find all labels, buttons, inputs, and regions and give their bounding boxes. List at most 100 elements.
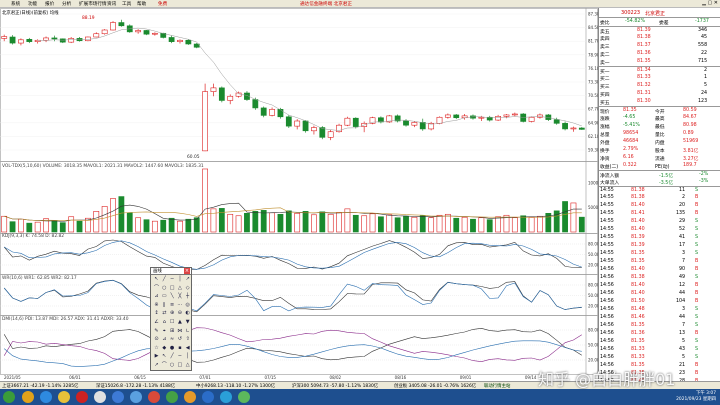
draw-tool-icon[interactable]: ⇄: [161, 310, 168, 317]
draw-tool-icon[interactable]: ✎: [153, 328, 160, 335]
candle-body: [260, 107, 267, 116]
draw-tool-icon[interactable]: ↖: [153, 276, 160, 283]
menu-item[interactable]: 帮助: [137, 1, 146, 7]
draw-tool-icon[interactable]: ⋈: [176, 328, 183, 335]
browser-icon[interactable]: [22, 391, 34, 403]
draw-tool-icon[interactable]: ◐: [184, 310, 191, 317]
kline-svg[interactable]: 87.30 84.50 81.70 78.90 76.10 73.30 70.50 67.70…: [0, 8, 598, 381]
draw-tool-icon[interactable]: ▪: [176, 345, 183, 352]
draw-tool-icon[interactable]: │: [184, 353, 191, 360]
menu-item[interactable]: 资讯: [107, 1, 116, 7]
folder-icon[interactable]: [58, 391, 70, 403]
draw-tool-icon[interactable]: │: [176, 276, 183, 283]
draw-tool-icon[interactable]: ●: [169, 345, 176, 352]
start-button-icon[interactable]: [3, 391, 15, 403]
wechat-icon[interactable]: [238, 391, 250, 403]
window-controls[interactable]: ▁ ▢ ✕: [702, 0, 718, 6]
draw-tool-icon[interactable]: ↕: [153, 310, 160, 317]
kline-chart-area[interactable]: 87.30 84.50 81.70 78.90 76.10 73.30 70.50 67.70…: [0, 8, 598, 388]
draw-tool-icon[interactable]: ⊕: [169, 310, 176, 317]
ie-icon[interactable]: [40, 391, 52, 403]
ask-row: 卖二 81.36 22: [599, 50, 720, 58]
draw-tool-icon[interactable]: ◎: [184, 302, 191, 309]
draw-tool-icon[interactable]: ⊞: [169, 328, 176, 335]
draw-tool-icon[interactable]: ⌖: [161, 328, 168, 335]
draw-tool-icon[interactable]: ∥: [161, 302, 168, 309]
ask-volume: 715: [698, 59, 708, 64]
word-icon[interactable]: [202, 391, 214, 403]
draw-tool-icon[interactable]: ※: [153, 302, 160, 309]
app-icon[interactable]: [184, 391, 196, 403]
draw-tool-icon[interactable]: ⋯: [176, 302, 183, 309]
menu-item-free[interactable]: 免费: [158, 1, 167, 7]
price-tick-label: 81.70: [588, 39, 598, 44]
draw-tool-icon[interactable]: ▼: [184, 319, 191, 326]
draw-tool-icon[interactable]: ∟: [184, 328, 191, 335]
draw-tool-icon[interactable]: ▶: [153, 353, 160, 360]
menu-item[interactable]: 报价: [45, 1, 54, 7]
volume-bar: [428, 217, 435, 233]
draw-tool-icon[interactable]: ◀: [184, 345, 191, 352]
draw-tool-icon[interactable]: ╱: [169, 353, 176, 360]
draw-tool-icon[interactable]: △: [176, 285, 183, 292]
close-icon[interactable]: ×: [184, 268, 190, 274]
system-clock[interactable]: 下午 3:07 2021/09/23 星期四: [676, 391, 716, 403]
stat-value: 80.59: [683, 108, 697, 113]
app-icon[interactable]: [166, 391, 178, 403]
draw-tool-icon[interactable]: ◆: [161, 345, 168, 352]
draw-tool-icon[interactable]: ○: [169, 362, 176, 369]
draw-tool-icon[interactable]: ⊿: [161, 336, 168, 343]
draw-tool-icon[interactable]: ↺: [176, 336, 183, 343]
tdx-app-icon[interactable]: [76, 391, 88, 403]
menu-item[interactable]: 工具: [122, 1, 131, 7]
menu-item[interactable]: 分析: [62, 1, 71, 7]
draw-tool-icon[interactable]: ☆: [153, 345, 160, 352]
draw-tool-icon[interactable]: ⌂: [161, 319, 168, 326]
draw-tool-icon[interactable]: ⊿: [153, 293, 160, 300]
draw-tool-icon[interactable]: ↗: [153, 362, 160, 369]
draw-tool-icon[interactable]: ≈: [169, 336, 176, 343]
candle-body: [302, 120, 309, 132]
ma5-line: [37, 27, 582, 131]
tick-volume: 49: [679, 275, 686, 280]
qq-icon[interactable]: [94, 391, 106, 403]
volume-bar: [319, 211, 326, 233]
draw-tool-icon[interactable]: ⌒: [161, 362, 168, 369]
menu-item[interactable]: 功能: [28, 1, 37, 7]
drawing-toolbox[interactable]: 画线 × ↖ ╱ ─ │ ↗ ⌒ ○ □ △ ◇ ⊿ ▭ ╲ ╳ ┼ ※ ∥ ≡ ⋯ ◎ ↕ ⇄ ⊕ ⊖ ◐ ∠ ⌂ ☐ ▲ ▼ ✎ ⌖ ⊞ ⋈ ∟…: [150, 267, 192, 371]
draw-tool-icon[interactable]: ↖: [161, 353, 168, 360]
draw-tool-icon[interactable]: ─: [176, 353, 183, 360]
tick-volume: 43: [679, 347, 686, 352]
draw-tool-icon[interactable]: ⊙: [153, 336, 160, 343]
draw-tool-icon[interactable]: ╱: [161, 276, 168, 283]
app-icon[interactable]: [220, 391, 232, 403]
candle-body: [511, 113, 518, 116]
draw-tool-icon[interactable]: ┼: [184, 293, 191, 300]
menu-item[interactable]: 系统: [11, 1, 20, 7]
draw-tool-icon[interactable]: △: [184, 362, 191, 369]
draw-tool-icon[interactable]: ◇: [184, 285, 191, 292]
draw-tool-icon[interactable]: ▲: [176, 319, 183, 326]
price-tick-label: 64.90: [588, 120, 598, 125]
draw-tool-icon[interactable]: ∠: [153, 319, 160, 326]
draw-tool-icon[interactable]: ↗: [184, 276, 191, 283]
draw-tool-icon[interactable]: ○: [161, 285, 168, 292]
draw-tool-icon[interactable]: □: [176, 362, 183, 369]
volume-bar: [378, 216, 384, 233]
draw-tool-icon[interactable]: ⌒: [153, 285, 160, 292]
draw-tool-icon[interactable]: ▭: [161, 293, 168, 300]
draw-tool-icon[interactable]: ⇧: [184, 336, 191, 343]
app-icon[interactable]: [130, 391, 142, 403]
draw-tool-icon[interactable]: ⊖: [176, 310, 183, 317]
draw-tool-icon[interactable]: ☐: [169, 319, 176, 326]
draw-tool-icon[interactable]: ╲: [169, 293, 176, 300]
volume-bar: [227, 213, 234, 233]
tick-side: S: [695, 275, 699, 280]
app-icon[interactable]: [148, 391, 160, 403]
menu-item[interactable]: 扩展市场行情: [79, 1, 107, 7]
draw-tool-icon[interactable]: ≡: [169, 302, 176, 309]
draw-tool-icon[interactable]: ─: [169, 276, 176, 283]
draw-tool-icon[interactable]: □: [169, 285, 176, 292]
app-icon[interactable]: [112, 391, 124, 403]
draw-tool-icon[interactable]: ╳: [176, 293, 183, 300]
